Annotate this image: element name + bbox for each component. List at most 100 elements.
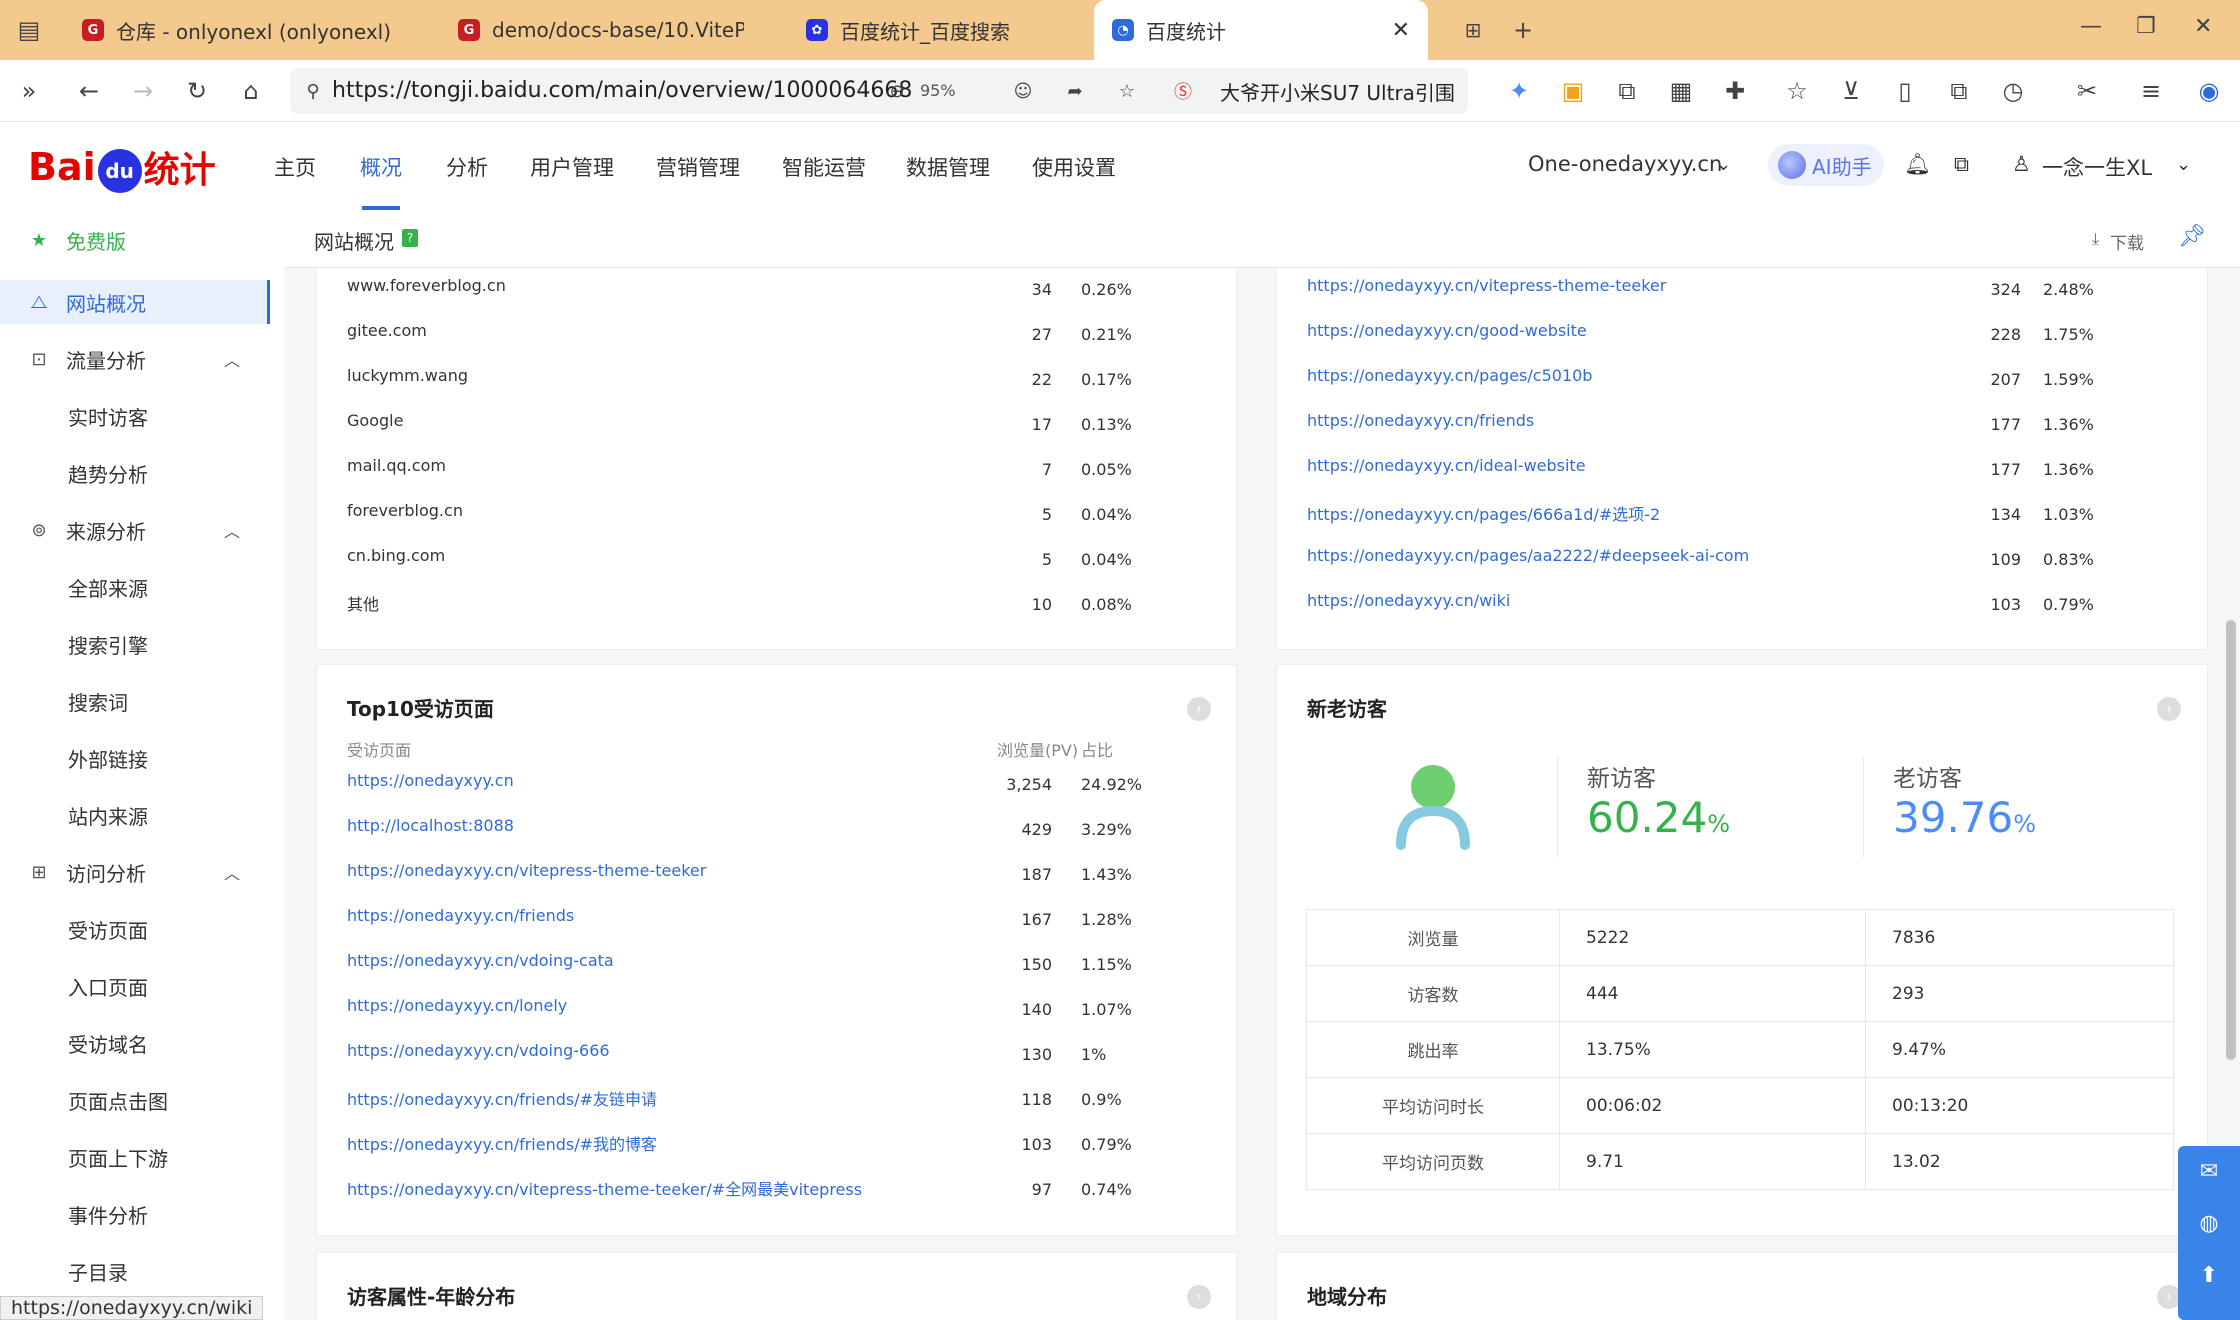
bell-icon[interactable]: 🔔︎ xyxy=(1904,152,1931,177)
favorites-icon[interactable]: ☆ xyxy=(1780,74,1814,108)
address-bar[interactable]: ⚲ https://tongji.baidu.com/main/overview… xyxy=(290,68,1468,114)
page-link[interactable]: https://onedayxyy.cn/wiki xyxy=(1307,591,1510,610)
page-link[interactable]: https://onedayxyy.cn/vdoing-666 xyxy=(347,1041,610,1060)
profile-avatar-icon[interactable]: ◉ xyxy=(2192,74,2226,108)
sidebar-item[interactable]: 趋势分析 xyxy=(0,451,270,495)
more-arrow-icon[interactable]: › xyxy=(2157,697,2181,721)
browser-tab[interactable]: ✿ 百度统计_百度搜索 xyxy=(772,0,1072,60)
sidebar-edition[interactable]: ★ 免费版 xyxy=(0,218,270,262)
sidebar-item[interactable]: 页面上下游 xyxy=(0,1135,270,1179)
sidebar-item[interactable]: 事件分析 xyxy=(0,1192,270,1236)
nav-item[interactable]: 用户管理 xyxy=(530,152,614,182)
nav-item[interactable]: 智能运营 xyxy=(782,152,866,182)
sidebar-group[interactable]: ⊞ 访问分析 ︿ xyxy=(0,850,270,894)
menu-icon[interactable]: ≡ xyxy=(2134,74,2168,108)
nav-item[interactable]: 营销管理 xyxy=(656,152,740,182)
user-name[interactable]: 一念一生XL xyxy=(2042,152,2152,182)
page-link[interactable]: https://onedayxyy.cn/pages/c5010b xyxy=(1307,366,1592,385)
sidebar-item[interactable]: 站内来源 xyxy=(0,793,270,837)
puzzle-icon[interactable]: ✚ xyxy=(1718,74,1752,108)
page-scrollbar[interactable] xyxy=(2226,620,2236,1060)
chevron-down-icon[interactable]: ⌄ xyxy=(1716,154,1731,175)
download-icon[interactable]: ⊻ xyxy=(1834,74,1868,108)
page-link[interactable]: https://onedayxyy.cn xyxy=(347,771,514,790)
wechat-icon[interactable]: ◍ xyxy=(2178,1198,2240,1250)
page-link[interactable]: https://onedayxyy.cn/pages/666a1d/#选项-2 xyxy=(1307,501,1660,525)
download-icon[interactable]: ⤓ xyxy=(2092,229,2099,249)
sidebar-item[interactable]: 搜索词 xyxy=(0,679,270,723)
new-tab-icon[interactable]: + xyxy=(1506,13,1540,47)
help-badge[interactable]: ? xyxy=(402,229,418,247)
browser-tab[interactable]: ◔ 百度统计 ✕ xyxy=(1094,0,1428,60)
back-to-top-icon[interactable]: ⬆ xyxy=(2178,1250,2240,1302)
page-link[interactable]: http://localhost:8088 xyxy=(347,816,514,835)
more-arrow-icon[interactable]: › xyxy=(1187,1285,1211,1309)
browser-tab[interactable]: G 仓库 - onlyonexl (onlyonexl) - Gi xyxy=(48,0,398,60)
sidebar-item[interactable]: 实时访客 xyxy=(0,394,270,438)
nav-item[interactable]: 数据管理 xyxy=(906,152,990,182)
sidebar-item[interactable]: 子目录 xyxy=(0,1249,270,1293)
nav-item[interactable]: 分析 xyxy=(446,152,488,182)
sidebar-item[interactable]: 搜索引擎 xyxy=(0,622,270,666)
close-tab-icon[interactable]: ✕ xyxy=(1392,18,1410,43)
home-icon[interactable]: ⌂ xyxy=(234,74,268,108)
page-link[interactable]: https://onedayxyy.cn/friends xyxy=(347,906,574,925)
copy-icon[interactable]: ⧉ xyxy=(1942,74,1976,108)
bookmark-star-icon[interactable]: ☆ xyxy=(1110,74,1144,108)
page-link[interactable]: https://onedayxyy.cn/pages/aa2222/#deeps… xyxy=(1307,546,1749,565)
page-link[interactable]: https://onedayxyy.cn/good-website xyxy=(1307,321,1587,340)
nav-item[interactable]: 使用设置 xyxy=(1032,152,1116,182)
more-arrow-icon[interactable]: › xyxy=(1187,697,1211,721)
address-ad-text[interactable]: 大爷开小米SU7 Ultra引围 xyxy=(1220,77,1455,106)
baidu-tongji-logo[interactable]: Bai du 统计 xyxy=(28,138,216,196)
screenshot-icon[interactable]: ⧉ xyxy=(1610,74,1644,108)
chevron-down-icon[interactable]: ⌄ xyxy=(2176,154,2191,175)
address-url[interactable]: https://tongji.baidu.com/main/overview/1… xyxy=(332,78,912,103)
tab-grid-icon[interactable]: ⊞ xyxy=(1456,13,1490,47)
history-icon[interactable]: ◷ xyxy=(1996,74,2030,108)
sidebar-item[interactable]: 受访域名 xyxy=(0,1021,270,1065)
close-window-icon[interactable]: ✕ xyxy=(2194,14,2212,39)
mail-icon[interactable]: ✉ xyxy=(2178,1146,2240,1198)
page-link[interactable]: https://onedayxyy.cn/friends/#我的博客 xyxy=(347,1131,657,1155)
share-icon[interactable]: ➦ xyxy=(1058,74,1092,108)
ai-assistant-button[interactable]: AI助手 xyxy=(1768,144,1884,186)
download-button[interactable]: 下载 xyxy=(2110,229,2144,254)
nav-item[interactable]: 概况 xyxy=(360,152,402,182)
phone-icon[interactable]: ▯ xyxy=(1888,74,1922,108)
zoom-icon[interactable]: ⊖ xyxy=(880,74,914,108)
sidebar-item[interactable]: 外部链接 xyxy=(0,736,270,780)
page-link[interactable]: https://onedayxyy.cn/vdoing-cata xyxy=(347,951,614,970)
minimize-icon[interactable]: — xyxy=(2080,14,2102,39)
switch-icon[interactable]: ⧉ xyxy=(1954,152,1969,177)
page-link[interactable]: https://onedayxyy.cn/friends xyxy=(1307,411,1534,430)
sidebar-item[interactable]: 全部来源 xyxy=(0,565,270,609)
site-selector[interactable]: One-onedayxyy.cn xyxy=(1528,152,1722,176)
cut-icon[interactable]: ✂ xyxy=(2070,74,2104,108)
extension-icon[interactable]: ☺ xyxy=(1006,74,1040,108)
sidebar-group[interactable]: ⊡ 流量分析 ︿ xyxy=(0,337,270,381)
forward-icon[interactable]: → xyxy=(126,74,160,108)
sidebar-item[interactable]: 受访页面 xyxy=(0,907,270,951)
ai-star-icon[interactable]: ✦ xyxy=(1502,74,1536,108)
page-link[interactable]: https://onedayxyy.cn/lonely xyxy=(347,996,567,1015)
page-link[interactable]: https://onedayxyy.cn/ideal-website xyxy=(1307,456,1586,475)
reload-icon[interactable]: ↻ xyxy=(180,74,214,108)
pin-icon[interactable]: 📌︎ xyxy=(2178,224,2206,249)
qr-icon[interactable]: ▦ xyxy=(1664,74,1698,108)
folder-icon[interactable]: ▣ xyxy=(1556,74,1590,108)
sidebar-item[interactable]: 入口页面 xyxy=(0,964,270,1008)
page-link[interactable]: https://onedayxyy.cn/friends/#友链申请 xyxy=(347,1086,657,1110)
page-link[interactable]: https://onedayxyy.cn/vitepress-theme-tee… xyxy=(347,1176,862,1200)
sidebar-item-overview[interactable]: ⧍ 网站概况 xyxy=(0,280,270,324)
back-icon[interactable]: ← xyxy=(72,74,106,108)
user-icon[interactable]: ♙ xyxy=(2012,152,2031,176)
tab-overview-icon[interactable]: ▤ xyxy=(12,13,46,47)
nav-item[interactable]: 主页 xyxy=(274,152,316,182)
search-engine-icon[interactable]: Ⓢ xyxy=(1166,74,1200,108)
page-link[interactable]: https://onedayxyy.cn/vitepress-theme-tee… xyxy=(347,861,706,880)
browser-tab[interactable]: Gdemo/docs-base/10.VitePress xyxy=(424,0,744,60)
restore-icon[interactable]: ❐ xyxy=(2136,14,2156,39)
sidebar-group[interactable]: ⊚ 来源分析 ︿ xyxy=(0,508,270,552)
page-link[interactable]: https://onedayxyy.cn/vitepress-theme-tee… xyxy=(1307,276,1666,295)
